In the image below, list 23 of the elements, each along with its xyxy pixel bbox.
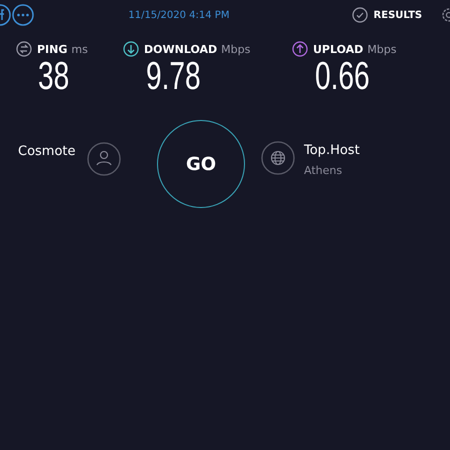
go-button[interactable]: GO <box>157 120 245 208</box>
check-icon <box>352 7 368 23</box>
metric-value: 38 <box>38 57 70 97</box>
facebook-icon[interactable] <box>0 4 11 26</box>
date-time: 11/15/2020 4:14 PM <box>128 10 230 20</box>
provider-name: Cosmote <box>18 144 76 159</box>
person-icon[interactable] <box>86 142 121 176</box>
download-icon <box>123 41 139 57</box>
metric-label: DOWNLOAD <box>144 42 218 56</box>
metric-label: UPLOAD <box>313 42 364 56</box>
server-name: Top.Host <box>304 143 360 158</box>
metric-unit: Mbps <box>367 42 396 56</box>
metric-unit: ms <box>71 42 88 56</box>
metric-label: PING <box>37 42 68 56</box>
ping-icon <box>16 41 32 57</box>
more-icon[interactable] <box>12 4 34 26</box>
results-button[interactable]: RESULTS <box>352 7 422 23</box>
upload-icon <box>292 41 308 57</box>
globe-icon[interactable] <box>261 141 295 175</box>
metric-value: 9.78 <box>146 57 201 97</box>
server-location: Athens <box>304 164 344 177</box>
metric-unit: Mbps <box>221 42 250 56</box>
metric-value: 0.66 <box>315 57 370 97</box>
